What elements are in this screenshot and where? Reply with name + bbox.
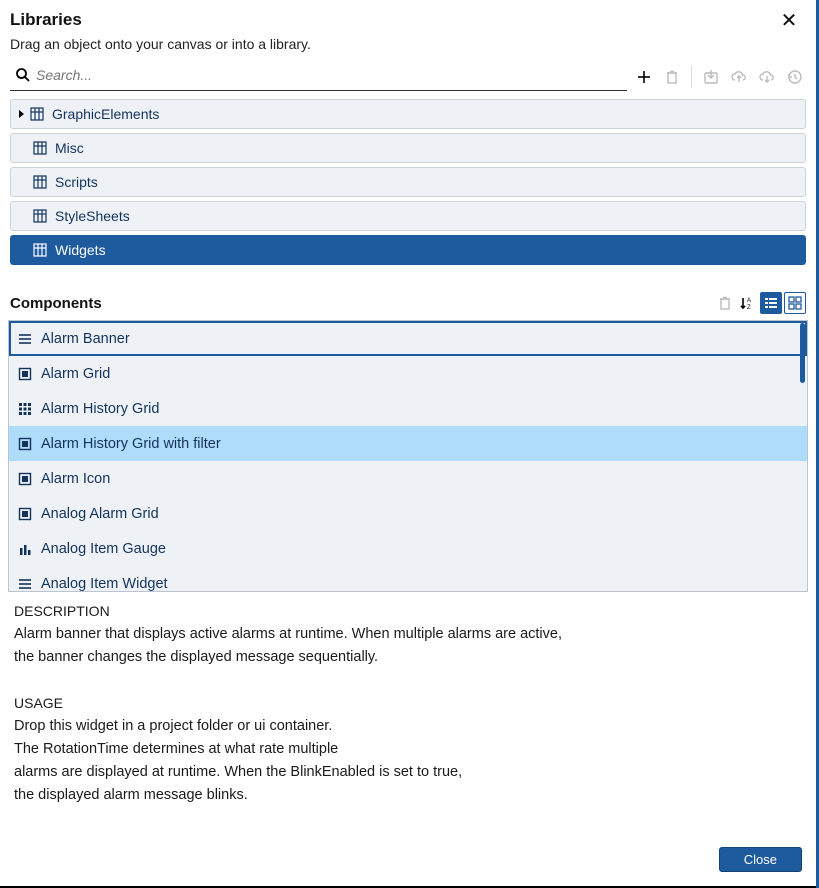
component-item[interactable]: Alarm History Grid with filter [9, 426, 807, 461]
components-heading: Components [10, 295, 714, 312]
library-label: GraphicElements [52, 106, 159, 122]
component-item[interactable]: Alarm Icon [9, 461, 807, 496]
component-icon [17, 401, 33, 417]
search-input-wrap[interactable] [10, 62, 627, 91]
component-icon [17, 366, 33, 382]
library-label: Misc [55, 140, 84, 156]
grid-view-button[interactable] [784, 292, 806, 314]
component-icon [17, 541, 33, 557]
component-label: Alarm History Grid [41, 401, 159, 417]
library-item[interactable]: StyleSheets [10, 201, 806, 231]
component-item[interactable]: Analog Item Gauge [9, 531, 807, 566]
usage-text: Drop this widget in a project folder or … [14, 717, 802, 736]
page-subtitle: Drag an object onto your canvas or into … [10, 36, 802, 52]
svg-text:Z: Z [747, 305, 751, 311]
library-label: Scripts [55, 174, 98, 190]
component-item[interactable]: Alarm History Grid [9, 391, 807, 426]
component-label: Alarm Grid [41, 366, 110, 382]
svg-text:A: A [747, 298, 751, 304]
description-text: the banner changes the displayed message… [14, 648, 802, 667]
component-label: Analog Item Widget [41, 576, 168, 592]
import-icon [700, 66, 722, 88]
trash-icon [714, 292, 736, 314]
list-view-button[interactable] [760, 292, 782, 314]
library-label: Widgets [55, 242, 106, 258]
component-icon [17, 471, 33, 487]
usage-text: The RotationTime determines at what rate… [14, 740, 802, 759]
search-input[interactable] [34, 66, 627, 84]
library-icon [33, 209, 47, 223]
component-label: Analog Item Gauge [41, 541, 166, 557]
history-icon [784, 66, 806, 88]
library-item[interactable]: Scripts [10, 167, 806, 197]
library-icon [33, 141, 47, 155]
component-item[interactable]: Alarm Grid [9, 356, 807, 391]
component-label: Alarm History Grid with filter [41, 436, 221, 452]
usage-text: the displayed alarm message blinks. [14, 786, 802, 805]
close-button[interactable]: Close [719, 847, 802, 872]
usage-heading: USAGE [14, 694, 802, 713]
component-label: Alarm Banner [41, 331, 130, 347]
trash-icon [661, 66, 683, 88]
page-title: Libraries [10, 10, 802, 30]
library-label: StyleSheets [55, 208, 130, 224]
description-heading: DESCRIPTION [14, 602, 802, 621]
component-label: Analog Alarm Grid [41, 506, 159, 522]
component-item[interactable]: Alarm Banner [9, 321, 807, 356]
component-item[interactable]: Analog Item Widget [9, 566, 807, 591]
close-icon[interactable]: ✕ [776, 8, 802, 34]
component-item[interactable]: Analog Alarm Grid [9, 496, 807, 531]
library-icon [33, 175, 47, 189]
scrollbar-thumb[interactable] [800, 323, 805, 383]
component-icon [17, 506, 33, 522]
component-icon [17, 436, 33, 452]
usage-text: alarms are displayed at runtime. When th… [14, 763, 802, 782]
sort-icon[interactable]: AZ [736, 292, 758, 314]
library-item[interactable]: Widgets [10, 235, 806, 265]
cloud-down-icon [756, 66, 778, 88]
library-item[interactable]: GraphicElements [10, 99, 806, 129]
component-label: Alarm Icon [41, 471, 110, 487]
component-icon [17, 576, 33, 592]
search-icon [12, 64, 34, 86]
description-text: Alarm banner that displays active alarms… [14, 625, 802, 644]
library-icon [30, 107, 44, 121]
cloud-up-icon [728, 66, 750, 88]
add-icon[interactable] [633, 66, 655, 88]
library-icon [33, 243, 47, 257]
library-item[interactable]: Misc [10, 133, 806, 163]
component-icon [17, 331, 33, 347]
toolbar-divider [691, 66, 692, 88]
